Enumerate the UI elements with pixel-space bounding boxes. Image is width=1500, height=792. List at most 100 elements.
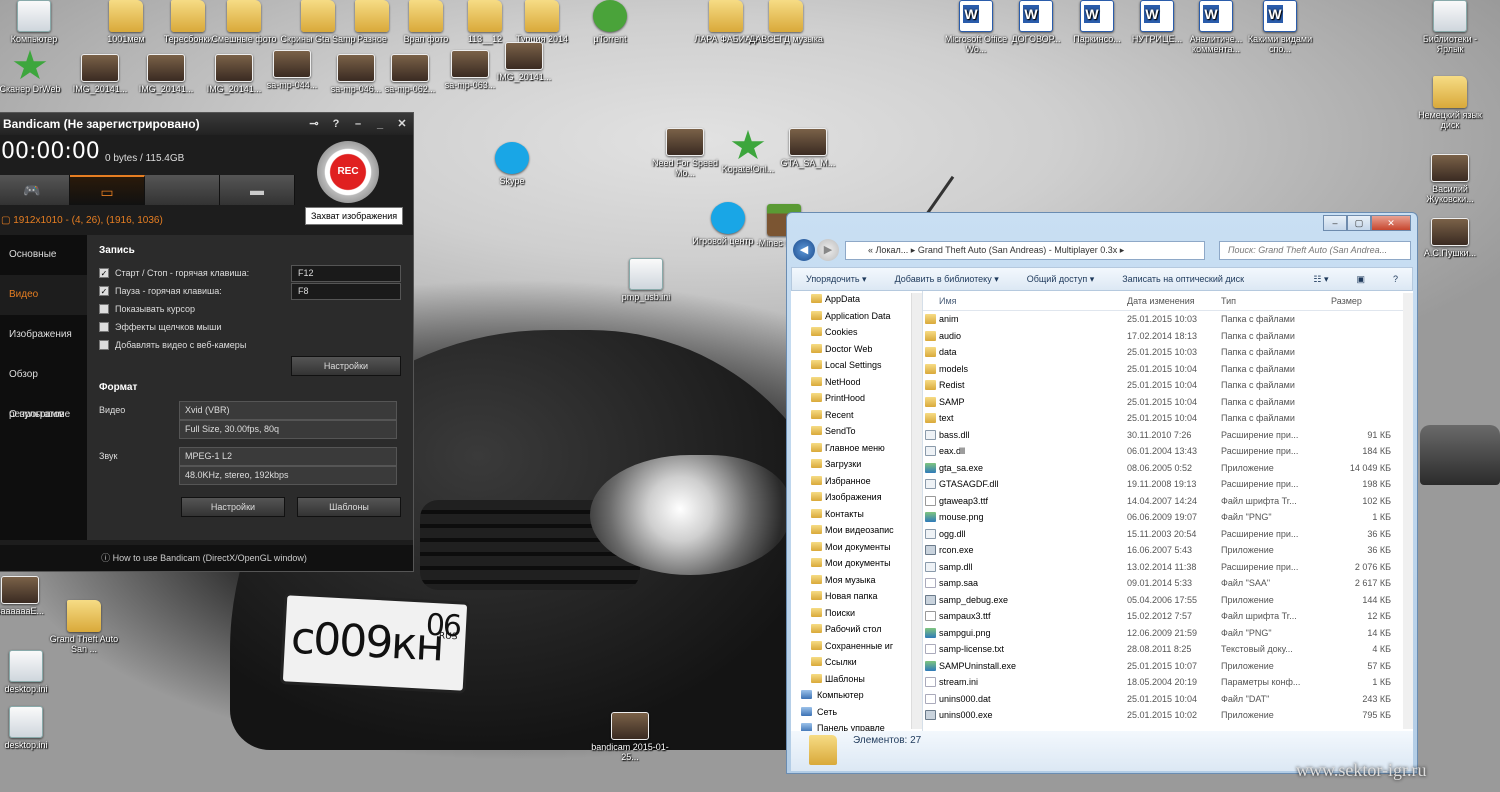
sidebar-item-video[interactable]: Видео xyxy=(0,275,87,315)
tree-item[interactable]: Сохраненные иг xyxy=(791,638,922,655)
sidebar-item-about[interactable]: О программе xyxy=(0,395,87,435)
file-row[interactable]: SAMPUninstall.exe 25.01.2015 10:07 Приложе… xyxy=(923,658,1413,675)
organize-menu[interactable]: Упорядочить ▾ xyxy=(792,274,881,285)
tree-scrollbar[interactable] xyxy=(911,293,922,729)
file-row[interactable]: unins000.exe 25.01.2015 10:02 Приложение 79… xyxy=(923,707,1413,724)
file-row[interactable]: ogg.dll 15.11.2003 20:54 Расширение при...… xyxy=(923,526,1413,543)
file-row[interactable]: GTASAGDF.dll 19.11.2008 19:13 Расширение п… xyxy=(923,476,1413,493)
file-row[interactable]: SAMP 25.01.2015 10:04 Папка с файлами xyxy=(923,394,1413,411)
file-row[interactable]: sampaux3.ttf 15.02.2012 7:57 Файл шрифта T… xyxy=(923,608,1413,625)
preview-pane-icon[interactable]: ▣ xyxy=(1342,274,1379,285)
hotkey-field[interactable]: F8 xyxy=(291,282,401,300)
file-row[interactable]: sampgui.png 12.06.2009 21:59 Файл "PNG" 14 … xyxy=(923,625,1413,642)
game-mode-tab[interactable]: 🎮 xyxy=(0,175,70,205)
tree-item[interactable]: PrintHood xyxy=(791,390,922,407)
desktop-icon-pmp[interactable]: pmp_usb.ini xyxy=(606,258,686,302)
explorer-window[interactable]: – ▢ ✕ ◀ ▶ « Локал... ▸ Grand Theft Auto … xyxy=(786,212,1418,774)
sidebar-item-output[interactable]: Обзор результатов xyxy=(0,355,87,420)
desktop-icon-gtsa[interactable]: Grand Theft Auto San ... xyxy=(44,600,124,654)
file-row[interactable]: stream.ini 18.05.2004 20:19 Параметры конф… xyxy=(923,674,1413,691)
option-checkbox[interactable] xyxy=(99,340,109,350)
maximize-button[interactable]: ▢ xyxy=(1347,215,1371,231)
desktop-icon-desk2[interactable]: desktop.ini xyxy=(0,706,66,750)
tree-item[interactable]: Избранное xyxy=(791,473,922,490)
templates-button[interactable]: Шаблоны xyxy=(297,497,401,517)
file-row[interactable]: models 25.01.2015 10:04 Папка с файлами xyxy=(923,361,1413,378)
view-options-icon[interactable]: ☷ ▾ xyxy=(1299,274,1342,285)
tree-item[interactable]: Загрузки xyxy=(791,456,922,473)
add-to-library-menu[interactable]: Добавить в библиотеку ▾ xyxy=(881,274,1013,285)
device-mode-tab[interactable] xyxy=(145,175,220,205)
desktop-icon-utorrent[interactable]: µTorrent xyxy=(570,0,650,44)
tree-item[interactable]: Cookies xyxy=(791,324,922,341)
tray-button[interactable]: _ xyxy=(369,115,391,133)
address-bar[interactable]: « Локал... ▸ Grand Theft Auto (San Andre… xyxy=(845,241,1205,260)
screen-mode-tab[interactable]: ▭ xyxy=(70,175,145,205)
desktop-icon-german[interactable]: Немецкий язык диск xyxy=(1410,76,1490,130)
tree-item-system[interactable]: Компьютер xyxy=(791,687,922,704)
desktop-icon-kakimi[interactable]: Какими видами спо... xyxy=(1240,0,1320,54)
minimize-button[interactable]: – xyxy=(347,115,369,133)
file-row[interactable]: samp_debug.exe 05.04.2006 17:55 Приложение… xyxy=(923,592,1413,609)
list-scrollbar[interactable] xyxy=(1403,293,1413,729)
tree-item[interactable]: Application Data xyxy=(791,308,922,325)
close-button[interactable]: ✕ xyxy=(391,115,413,133)
tree-item[interactable]: Главное меню xyxy=(791,440,922,457)
video-format-box[interactable]: Xvid (VBR) Full Size, 30.00fps, 80q xyxy=(179,401,397,439)
tree-item[interactable]: Контакты xyxy=(791,506,922,523)
file-row[interactable]: mouse.png 06.06.2009 19:07 Файл "PNG" 1 КБ xyxy=(923,509,1413,526)
column-type[interactable]: Тип xyxy=(1221,291,1331,310)
desktop-icon-libs[interactable]: Библиотеки - Ярлык xyxy=(1410,0,1490,54)
file-row[interactable]: gta_sa.exe 08.06.2005 0:52 Приложение 14 04… xyxy=(923,460,1413,477)
file-row[interactable]: bass.dll 30.11.2010 7:26 Расширение при...… xyxy=(923,427,1413,444)
search-input[interactable]: Поиск: Grand Theft Auto (San Andrea... xyxy=(1219,241,1411,260)
tree-item[interactable]: SendTo xyxy=(791,423,922,440)
bandicam-window[interactable]: Bandicam (Не зарегистрировано) ⊸ ? – _ ✕… xyxy=(0,112,414,572)
file-row[interactable]: unins000.dat 25.01.2015 10:04 Файл "DAT" 24… xyxy=(923,691,1413,708)
desktop-icon-gtasa[interactable]: GTA_SA_M... xyxy=(768,128,848,168)
help-icon[interactable]: ? xyxy=(325,115,347,133)
forward-button[interactable]: ▶ xyxy=(817,239,839,261)
tree-item[interactable]: Поиски xyxy=(791,605,922,622)
tree-item[interactable]: Recent xyxy=(791,407,922,424)
rec-button[interactable]: REC xyxy=(317,141,379,203)
format-settings-button[interactable]: Настройки xyxy=(181,497,285,517)
desktop-icon-pushkin[interactable]: А.С.Пушки... xyxy=(1410,218,1490,258)
option-checkbox[interactable]: ✓ xyxy=(99,268,109,278)
file-row[interactable]: anim 25.01.2015 10:03 Папка с файлами xyxy=(923,311,1413,328)
tree-item-system[interactable]: Сеть xyxy=(791,704,922,721)
desktop-icon-bandifile[interactable]: bandicam 2015-01-25... xyxy=(590,712,670,762)
desktop-icon-desk1[interactable]: desktop.ini xyxy=(0,650,66,694)
open-folder-tab[interactable]: ▬ xyxy=(220,175,295,205)
tree-item[interactable]: Моя музыка xyxy=(791,572,922,589)
tree-item-system[interactable]: Панель управле xyxy=(791,720,922,731)
file-row[interactable]: samp.dll 13.02.2014 11:38 Расширение при..… xyxy=(923,559,1413,576)
tree-item[interactable]: Новая папка xyxy=(791,588,922,605)
tree-item[interactable]: Изображения xyxy=(791,489,922,506)
tree-item[interactable]: Ссылки xyxy=(791,654,922,671)
file-row[interactable]: rcon.exe 16.06.2007 5:43 Приложение 36 КБ xyxy=(923,542,1413,559)
sidebar-item-general[interactable]: Основные xyxy=(0,235,87,275)
tree-item[interactable]: NetHood xyxy=(791,374,922,391)
file-row[interactable]: gtaweap3.ttf 14.04.2007 14:24 Файл шрифта … xyxy=(923,493,1413,510)
option-checkbox[interactable] xyxy=(99,304,109,314)
close-button[interactable]: ✕ xyxy=(1371,215,1411,231)
option-checkbox[interactable]: ✓ xyxy=(99,286,109,296)
file-row[interactable]: data 25.01.2015 10:03 Папка с файлами xyxy=(923,344,1413,361)
record-settings-button[interactable]: Настройки xyxy=(291,356,401,376)
desktop-icon-smeshnye[interactable]: Смешные фото xyxy=(204,0,284,44)
desktop-icon-computer[interactable]: Компьютер xyxy=(0,0,74,44)
tree-item[interactable]: Мои документы xyxy=(791,539,922,556)
hotkey-field[interactable]: F12 xyxy=(291,264,401,282)
tree-item[interactable]: Мои документы xyxy=(791,555,922,572)
tree-item[interactable]: Рабочий стол xyxy=(791,621,922,638)
audio-format-box[interactable]: MPEG-1 L2 48.0KHz, stereo, 192kbps xyxy=(179,447,397,485)
file-row[interactable]: samp.saa 09.01.2014 5:33 Файл "SAA" 2 617 К… xyxy=(923,575,1413,592)
tree-item[interactable]: Мои видеозапис xyxy=(791,522,922,539)
file-row[interactable]: samp-license.txt 28.08.2011 8:25 Текстовый… xyxy=(923,641,1413,658)
file-row[interactable]: Redist 25.01.2015 10:04 Папка с файлами xyxy=(923,377,1413,394)
capture-region[interactable]: ▢ 1912x1010 - (4, 26), (1916, 1036) xyxy=(1,215,163,226)
burn-disc-button[interactable]: Записать на оптический диск xyxy=(1108,274,1258,284)
file-row[interactable]: text 25.01.2015 10:04 Папка с файлами xyxy=(923,410,1413,427)
tree-item[interactable]: AppData xyxy=(791,291,922,308)
